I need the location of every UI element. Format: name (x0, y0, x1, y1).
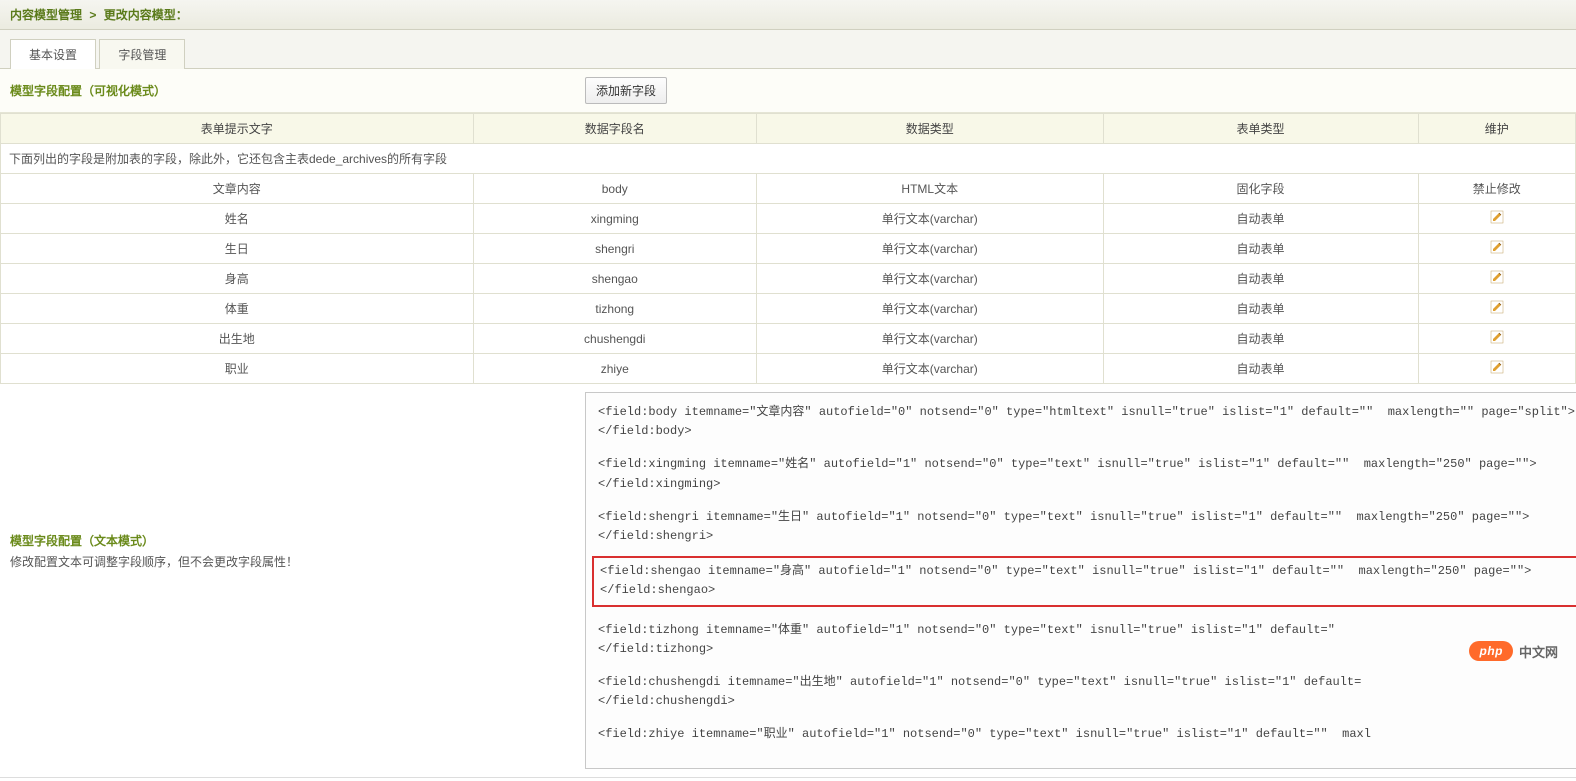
table-row: 体重tizhong单行文本(varchar)自动表单 (1, 294, 1576, 324)
code-line-close: </field:shengri> (598, 527, 1575, 546)
tab-field-management[interactable]: 字段管理 (99, 39, 185, 69)
breadcrumb-current: 更改内容模型： (104, 8, 188, 22)
cell-data-type: 单行文本(varchar) (757, 324, 1104, 354)
cell-data-type: HTML文本 (757, 174, 1104, 204)
cell-prompt: 生日 (1, 234, 474, 264)
cell-form-type: 自动表单 (1103, 324, 1418, 354)
breadcrumb-separator: > (89, 8, 96, 22)
add-field-button[interactable]: 添加新字段 (585, 77, 667, 104)
cell-prompt: 文章内容 (1, 174, 474, 204)
code-line-close: </field:tizhong> (598, 640, 1575, 659)
code-line-close: </field:shengao> (600, 581, 1573, 600)
code-line-open: <field:chushengdi itemname="出生地" autofie… (598, 673, 1575, 692)
th-prompt: 表单提示文字 (1, 114, 474, 144)
field-block: <field:shengri itemname="生日" autofield="… (598, 508, 1575, 546)
cell-maintain (1418, 324, 1576, 354)
th-maintain: 维护 (1418, 114, 1576, 144)
code-line-open: <field:shengri itemname="生日" autofield="… (598, 508, 1575, 527)
cell-form-type: 固化字段 (1103, 174, 1418, 204)
cell-field-name: body (473, 174, 757, 204)
cell-form-type: 自动表单 (1103, 354, 1418, 384)
cell-data-type: 单行文本(varchar) (757, 264, 1104, 294)
cell-data-type: 单行文本(varchar) (757, 294, 1104, 324)
edit-icon[interactable] (1490, 210, 1504, 224)
breadcrumb: 内容模型管理 > 更改内容模型： (0, 0, 1576, 30)
cell-data-type: 单行文本(varchar) (757, 354, 1104, 384)
edit-icon[interactable] (1490, 240, 1504, 254)
code-line-open: <field:zhiye itemname="职业" autofield="1"… (598, 725, 1575, 744)
cell-maintain: 禁止修改 (1418, 174, 1576, 204)
code-line-open: <field:xingming itemname="姓名" autofield=… (598, 455, 1575, 474)
cell-prompt: 职业 (1, 354, 474, 384)
th-data-type: 数据类型 (757, 114, 1104, 144)
table-row: 姓名xingming单行文本(varchar)自动表单 (1, 204, 1576, 234)
cell-prompt: 出生地 (1, 324, 474, 354)
cell-form-type: 自动表单 (1103, 234, 1418, 264)
cell-prompt: 体重 (1, 294, 474, 324)
text-mode-heading: 模型字段配置（文本模式） (10, 532, 585, 549)
cell-prompt: 姓名 (1, 204, 474, 234)
cell-form-type: 自动表单 (1103, 264, 1418, 294)
code-line-close: </field:chushengdi> (598, 692, 1575, 711)
text-mode-hint: 修改配置文本可调整字段顺序，但不会更改字段属性！ (10, 553, 585, 570)
th-form-type: 表单类型 (1103, 114, 1418, 144)
cell-maintain (1418, 234, 1576, 264)
edit-icon[interactable] (1490, 360, 1504, 374)
field-block: <field:body itemname="文章内容" autofield="0… (598, 403, 1575, 441)
field-block: <field:xingming itemname="姓名" autofield=… (598, 455, 1575, 493)
highlighted-field-block: <field:shengao itemname="身高" autofield="… (592, 556, 1576, 606)
code-line-close: </field:xingming> (598, 475, 1575, 494)
edit-icon[interactable] (1490, 330, 1504, 344)
table-row: 出生地chushengdi单行文本(varchar)自动表单 (1, 324, 1576, 354)
cell-maintain (1418, 354, 1576, 384)
text-mode-section: 模型字段配置（文本模式） 修改配置文本可调整字段顺序，但不会更改字段属性！ <f… (0, 384, 1576, 777)
cell-data-type: 单行文本(varchar) (757, 204, 1104, 234)
cell-form-type: 自动表单 (1103, 204, 1418, 234)
cell-maintain (1418, 204, 1576, 234)
table-row: 身高shengao单行文本(varchar)自动表单 (1, 264, 1576, 294)
cell-data-type: 单行文本(varchar) (757, 234, 1104, 264)
code-line-open: <field:shengao itemname="身高" autofield="… (600, 562, 1573, 581)
th-field-name: 数据字段名 (473, 114, 757, 144)
cell-prompt: 身高 (1, 264, 474, 294)
tabs: 基本设置 字段管理 (0, 30, 1576, 69)
field-block: <field:tizhong itemname="体重" autofield="… (598, 621, 1575, 659)
table-row: 生日shengri单行文本(varchar)自动表单 (1, 234, 1576, 264)
cell-field-name: zhiye (473, 354, 757, 384)
field-config-textarea[interactable]: <field:body itemname="文章内容" autofield="0… (585, 392, 1576, 769)
table-note: 下面列出的字段是附加表的字段，除此外，它还包含主表dede_archives的所… (1, 144, 1576, 174)
fields-table: 表单提示文字 数据字段名 数据类型 表单类型 维护 下面列出的字段是附加表的字段… (0, 113, 1576, 384)
edit-icon[interactable] (1490, 270, 1504, 284)
code-line-close: </field:body> (598, 422, 1575, 441)
breadcrumb-root[interactable]: 内容模型管理 (10, 8, 82, 22)
visual-mode-header: 模型字段配置（可视化模式） 添加新字段 (0, 69, 1576, 113)
table-row: 职业zhiye单行文本(varchar)自动表单 (1, 354, 1576, 384)
code-line-open: <field:tizhong itemname="体重" autofield="… (598, 621, 1575, 640)
cell-form-type: 自动表单 (1103, 294, 1418, 324)
cell-field-name: xingming (473, 204, 757, 234)
edit-icon[interactable] (1490, 300, 1504, 314)
cell-field-name: shengri (473, 234, 757, 264)
code-line-open: <field:body itemname="文章内容" autofield="0… (598, 403, 1575, 422)
tab-basic-settings[interactable]: 基本设置 (10, 39, 96, 69)
cell-field-name: chushengdi (473, 324, 757, 354)
footer-divider (0, 777, 1576, 781)
field-block: <field:zhiye itemname="职业" autofield="1"… (598, 725, 1575, 744)
cell-maintain (1418, 264, 1576, 294)
cell-field-name: shengao (473, 264, 757, 294)
cell-field-name: tizhong (473, 294, 757, 324)
cell-maintain (1418, 294, 1576, 324)
visual-mode-title: 模型字段配置（可视化模式） (10, 82, 585, 99)
table-row: 文章内容bodyHTML文本固化字段禁止修改 (1, 174, 1576, 204)
